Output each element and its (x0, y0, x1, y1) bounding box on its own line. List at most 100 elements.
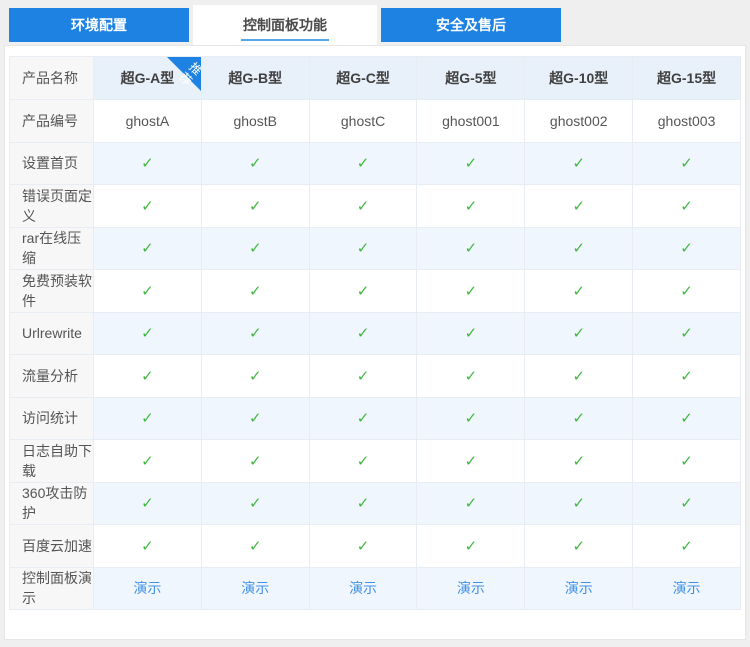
table-cell: 演示 (201, 567, 309, 610)
check-icon: ✓ (357, 453, 370, 470)
table-cell: ✓ (201, 185, 309, 228)
demo-link[interactable]: 演示 (565, 580, 593, 596)
table-cell: ✓ (417, 440, 525, 483)
table-row: 免费预装软件✓✓✓✓✓✓ (10, 270, 741, 313)
table-cell: ✓ (201, 525, 309, 568)
row-label: 错误页面定义 (10, 185, 94, 228)
tab-environment-config[interactable]: 环境配置 (9, 8, 189, 42)
table-cell: ghostB (201, 100, 309, 143)
row-label: 产品编号 (10, 100, 94, 143)
check-icon: ✓ (249, 538, 262, 555)
table-cell: 演示 (309, 567, 417, 610)
tab-control-panel-features-label: 控制面板功能 (243, 17, 327, 33)
table-cell: ✓ (94, 185, 202, 228)
check-icon: ✓ (141, 198, 154, 215)
comparison-table: 产品名称超G-A型推荐超G-B型超G-C型超G-5型超G-10型超G-15型 产… (9, 56, 741, 610)
table-cell: ✓ (201, 440, 309, 483)
table-cell: ✓ (94, 312, 202, 355)
check-icon: ✓ (680, 368, 693, 385)
table-cell: 演示 (417, 567, 525, 610)
table-cell: ✓ (525, 227, 633, 270)
table-cell: ✓ (525, 142, 633, 185)
check-icon: ✓ (141, 495, 154, 512)
cell-value: ghostB (233, 113, 277, 129)
check-icon: ✓ (357, 198, 370, 215)
comparison-card: 产品名称超G-A型推荐超G-B型超G-C型超G-5型超G-10型超G-15型 产… (4, 45, 746, 640)
table-cell: ✓ (417, 185, 525, 228)
check-icon: ✓ (249, 240, 262, 257)
check-icon: ✓ (141, 538, 154, 555)
cell-value: ghost003 (658, 113, 716, 129)
demo-link[interactable]: 演示 (133, 580, 161, 596)
check-icon: ✓ (249, 368, 262, 385)
table-row: 百度云加速✓✓✓✓✓✓ (10, 525, 741, 568)
check-icon: ✓ (572, 155, 585, 172)
table-cell: ✓ (417, 397, 525, 440)
active-tab-underline (241, 39, 329, 41)
row-label: 访问统计 (10, 397, 94, 440)
table-cell: ✓ (94, 525, 202, 568)
demo-link[interactable]: 演示 (349, 580, 377, 596)
check-icon: ✓ (465, 410, 478, 427)
check-icon: ✓ (680, 240, 693, 257)
check-icon: ✓ (465, 538, 478, 555)
table-cell: ✓ (94, 482, 202, 525)
table-cell: ✓ (417, 355, 525, 398)
table-cell: ✓ (309, 312, 417, 355)
demo-link[interactable]: 演示 (241, 580, 269, 596)
check-icon: ✓ (572, 368, 585, 385)
table-row: Urlrewrite✓✓✓✓✓✓ (10, 312, 741, 355)
table-cell: ghost003 (633, 100, 741, 143)
check-icon: ✓ (249, 198, 262, 215)
table-cell: ✓ (309, 440, 417, 483)
check-icon: ✓ (680, 453, 693, 470)
demo-link[interactable]: 演示 (673, 580, 701, 596)
table-cell: ✓ (417, 227, 525, 270)
tab-control-panel-features[interactable]: 控制面板功能 (193, 5, 377, 45)
table-cell: ✓ (633, 525, 741, 568)
check-icon: ✓ (141, 283, 154, 300)
table-cell: ghostC (309, 100, 417, 143)
check-icon: ✓ (141, 240, 154, 257)
column-header-label: 超G-5型 (445, 70, 496, 86)
table-cell: ✓ (633, 312, 741, 355)
check-icon: ✓ (465, 240, 478, 257)
column-header-label: 超G-15型 (657, 70, 716, 86)
check-icon: ✓ (357, 410, 370, 427)
table-cell: 演示 (633, 567, 741, 610)
table-cell: ✓ (525, 312, 633, 355)
table-cell: ✓ (525, 397, 633, 440)
corner-header-product-name: 产品名称 (10, 57, 94, 100)
table-cell: ✓ (309, 525, 417, 568)
table-cell: ✓ (633, 482, 741, 525)
table-row: 错误页面定义✓✓✓✓✓✓ (10, 185, 741, 228)
comparison-table-head: 产品名称超G-A型推荐超G-B型超G-C型超G-5型超G-10型超G-15型 (10, 57, 741, 100)
table-cell: ✓ (94, 355, 202, 398)
table-cell: ✓ (633, 355, 741, 398)
check-icon: ✓ (141, 453, 154, 470)
table-cell: ✓ (201, 312, 309, 355)
table-cell: ghostA (94, 100, 202, 143)
table-cell: ✓ (201, 397, 309, 440)
column-header-label: 超G-B型 (228, 70, 282, 86)
check-icon: ✓ (465, 325, 478, 342)
table-cell: ✓ (633, 227, 741, 270)
table-cell: ✓ (525, 525, 633, 568)
check-icon: ✓ (680, 410, 693, 427)
table-cell: ✓ (417, 482, 525, 525)
table-cell: 演示 (525, 567, 633, 610)
check-icon: ✓ (572, 538, 585, 555)
demo-link[interactable]: 演示 (457, 580, 485, 596)
table-cell: ✓ (417, 270, 525, 313)
check-icon: ✓ (357, 283, 370, 300)
table-cell: ✓ (309, 355, 417, 398)
table-row: 设置首页✓✓✓✓✓✓ (10, 142, 741, 185)
check-icon: ✓ (465, 283, 478, 300)
check-icon: ✓ (465, 198, 478, 215)
check-icon: ✓ (465, 495, 478, 512)
check-icon: ✓ (249, 453, 262, 470)
column-header: 超G-B型 (201, 57, 309, 100)
tab-security-aftersales[interactable]: 安全及售后 (381, 8, 561, 42)
check-icon: ✓ (680, 283, 693, 300)
table-cell: ✓ (309, 185, 417, 228)
